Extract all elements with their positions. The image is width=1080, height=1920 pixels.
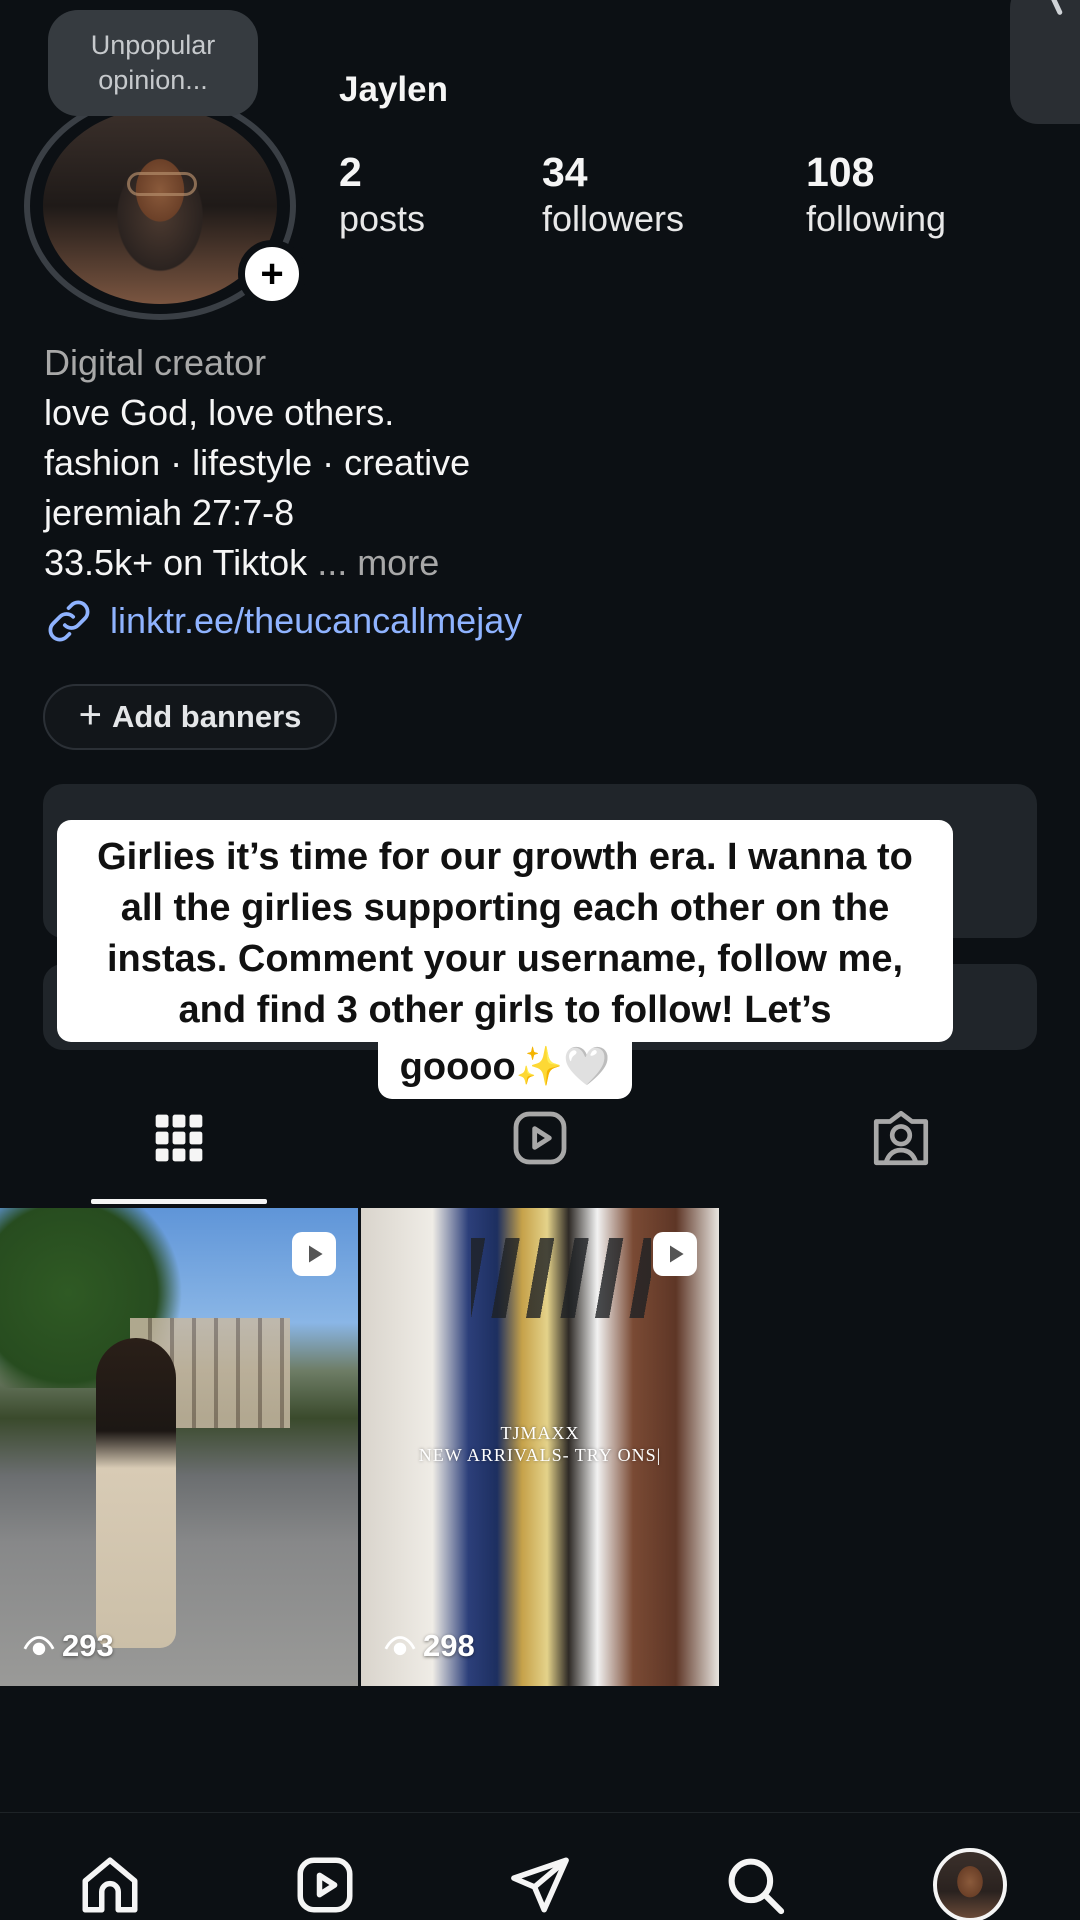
profile-tabs — [0, 1098, 1080, 1208]
reel-badge-icon — [653, 1232, 697, 1276]
avatar-glasses — [127, 172, 197, 196]
stat-followers-count: 34 — [542, 149, 588, 195]
views-icon — [23, 1636, 55, 1656]
active-tab-indicator — [91, 1199, 267, 1204]
bio: Digital creator love God, love others. f… — [44, 338, 470, 588]
caption-text-tail: goooo✨🤍 — [377, 1042, 633, 1099]
bio-line: fashion · lifestyle · creative — [44, 442, 471, 483]
profile-avatar-group[interactable]: + — [24, 92, 306, 324]
grid-post[interactable]: TJMAXX NEW ARRIVALS- TRY ONS| 298 — [361, 1208, 719, 1686]
grid-icon — [155, 1114, 203, 1162]
bio-line-last: 33.5k+ on Tiktok ... more — [44, 538, 470, 588]
post-thumbnail-hangers — [471, 1238, 651, 1318]
tagged-icon — [873, 1110, 929, 1166]
nav-profile[interactable] — [930, 1845, 1010, 1920]
bottom-nav — [0, 1812, 1080, 1920]
add-banners-button[interactable]: + Add banners — [43, 684, 337, 750]
nav-reels[interactable] — [285, 1845, 365, 1920]
post-overlay-line: TJMAXX — [500, 1423, 580, 1443]
stat-posts-count: 2 — [339, 149, 362, 195]
reels-icon — [513, 1111, 567, 1165]
stat-posts-label: posts — [339, 198, 426, 239]
bio-more-link[interactable]: ... more — [317, 542, 439, 583]
post-views-count: 293 — [62, 1628, 114, 1663]
views-icon — [384, 1636, 416, 1656]
profile-screen: + Unpopular opinion... Jaylen 2 posts 34… — [0, 0, 1080, 1920]
grid-post[interactable]: 293 — [0, 1208, 358, 1686]
stat-following[interactable]: 108 following — [806, 148, 946, 242]
bio-line: love God, love others. — [44, 392, 395, 433]
stat-followers-label: followers — [542, 198, 685, 239]
post-overlay-text: TJMAXX NEW ARRIVALS- TRY ONS| — [361, 1422, 719, 1466]
corner-card[interactable] — [1010, 0, 1080, 124]
reel-badge-icon — [292, 1232, 336, 1276]
reels-icon — [297, 1857, 353, 1913]
add-story-button[interactable]: + — [238, 240, 306, 308]
add-banners-label: Add banners — [111, 699, 302, 734]
stat-posts[interactable]: 2 posts — [339, 148, 425, 242]
caption-text: Girlies it’s time for our growth era. I … — [57, 820, 953, 1042]
stat-following-count: 108 — [806, 149, 875, 195]
plus-icon: + — [78, 693, 102, 737]
search-icon — [728, 1858, 785, 1915]
bio-line: 33.5k+ on Tiktok — [44, 542, 308, 583]
bio-link-text: linktr.ee/theucancallmejay — [110, 600, 523, 641]
note-bubble[interactable]: Unpopular opinion... — [48, 10, 258, 116]
bio-line: jeremiah 27:7-8 — [44, 492, 295, 533]
bio-category: Digital creator — [44, 342, 267, 383]
post-thumbnail-person — [96, 1338, 176, 1648]
nav-messages[interactable] — [500, 1845, 580, 1920]
post-views: 293 — [22, 1628, 114, 1664]
link-icon — [48, 600, 90, 642]
tab-grid[interactable] — [139, 1098, 219, 1178]
video-caption: Girlies it’s time for our growth era. I … — [57, 820, 953, 1099]
nav-search[interactable] — [715, 1845, 795, 1920]
nav-home[interactable] — [70, 1845, 150, 1920]
profile-avatar — [933, 1848, 1007, 1920]
username: Jaylen — [339, 70, 448, 109]
tab-tagged[interactable] — [861, 1098, 941, 1178]
home-icon — [82, 1857, 138, 1913]
stat-following-label: following — [806, 198, 947, 239]
stat-followers[interactable]: 34 followers — [542, 148, 684, 242]
tab-reels[interactable] — [500, 1098, 580, 1178]
messages-icon — [511, 1857, 569, 1913]
bio-link[interactable]: linktr.ee/theucancallmejay — [44, 596, 522, 646]
post-overlay-line: NEW ARRIVALS- TRY ONS| — [418, 1445, 662, 1465]
post-views: 298 — [383, 1628, 475, 1664]
post-views-count: 298 — [423, 1628, 475, 1663]
